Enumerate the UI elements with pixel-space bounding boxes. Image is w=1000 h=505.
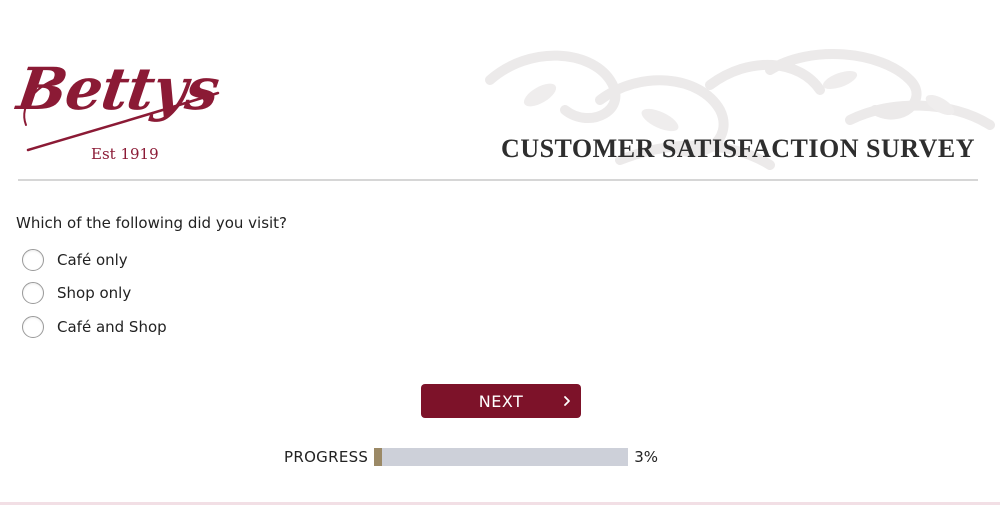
radio-button[interactable] bbox=[22, 315, 44, 338]
progress-indicator: PROGRESS 3% bbox=[284, 448, 658, 466]
option-cafe-and-shop[interactable]: Café and Shop bbox=[22, 310, 167, 344]
radio-button[interactable] bbox=[22, 282, 44, 305]
logo-wordmark: Bettys bbox=[13, 55, 223, 123]
option-shop-only[interactable]: Shop only bbox=[22, 277, 167, 311]
logo-established: Est 1919 bbox=[91, 145, 159, 163]
next-button[interactable]: NEXT bbox=[421, 384, 581, 418]
progress-bar-fill bbox=[374, 448, 383, 466]
question-text: Which of the following did you visit? bbox=[16, 214, 288, 232]
chevron-right-icon bbox=[564, 396, 570, 406]
option-label: Café only bbox=[57, 250, 128, 269]
progress-label: PROGRESS bbox=[284, 448, 369, 466]
progress-bar bbox=[374, 448, 629, 466]
option-cafe-only[interactable]: Café only bbox=[22, 243, 167, 277]
option-label: Café and Shop bbox=[57, 317, 167, 336]
progress-percent: 3% bbox=[634, 448, 659, 466]
bettys-logo: Bettys Est 1919 bbox=[13, 55, 223, 170]
next-button-label: NEXT bbox=[478, 391, 524, 411]
option-label: Shop only bbox=[57, 284, 132, 303]
radio-button[interactable] bbox=[22, 248, 44, 271]
header-divider bbox=[18, 179, 978, 181]
page-header: Bettys Est 1919 CUSTOMER SATISFACTION SU… bbox=[0, 0, 1000, 182]
answer-options: Café only Shop only Café and Shop bbox=[22, 243, 167, 344]
page-title: CUSTOMER SATISFACTION SURVEY bbox=[501, 134, 975, 163]
